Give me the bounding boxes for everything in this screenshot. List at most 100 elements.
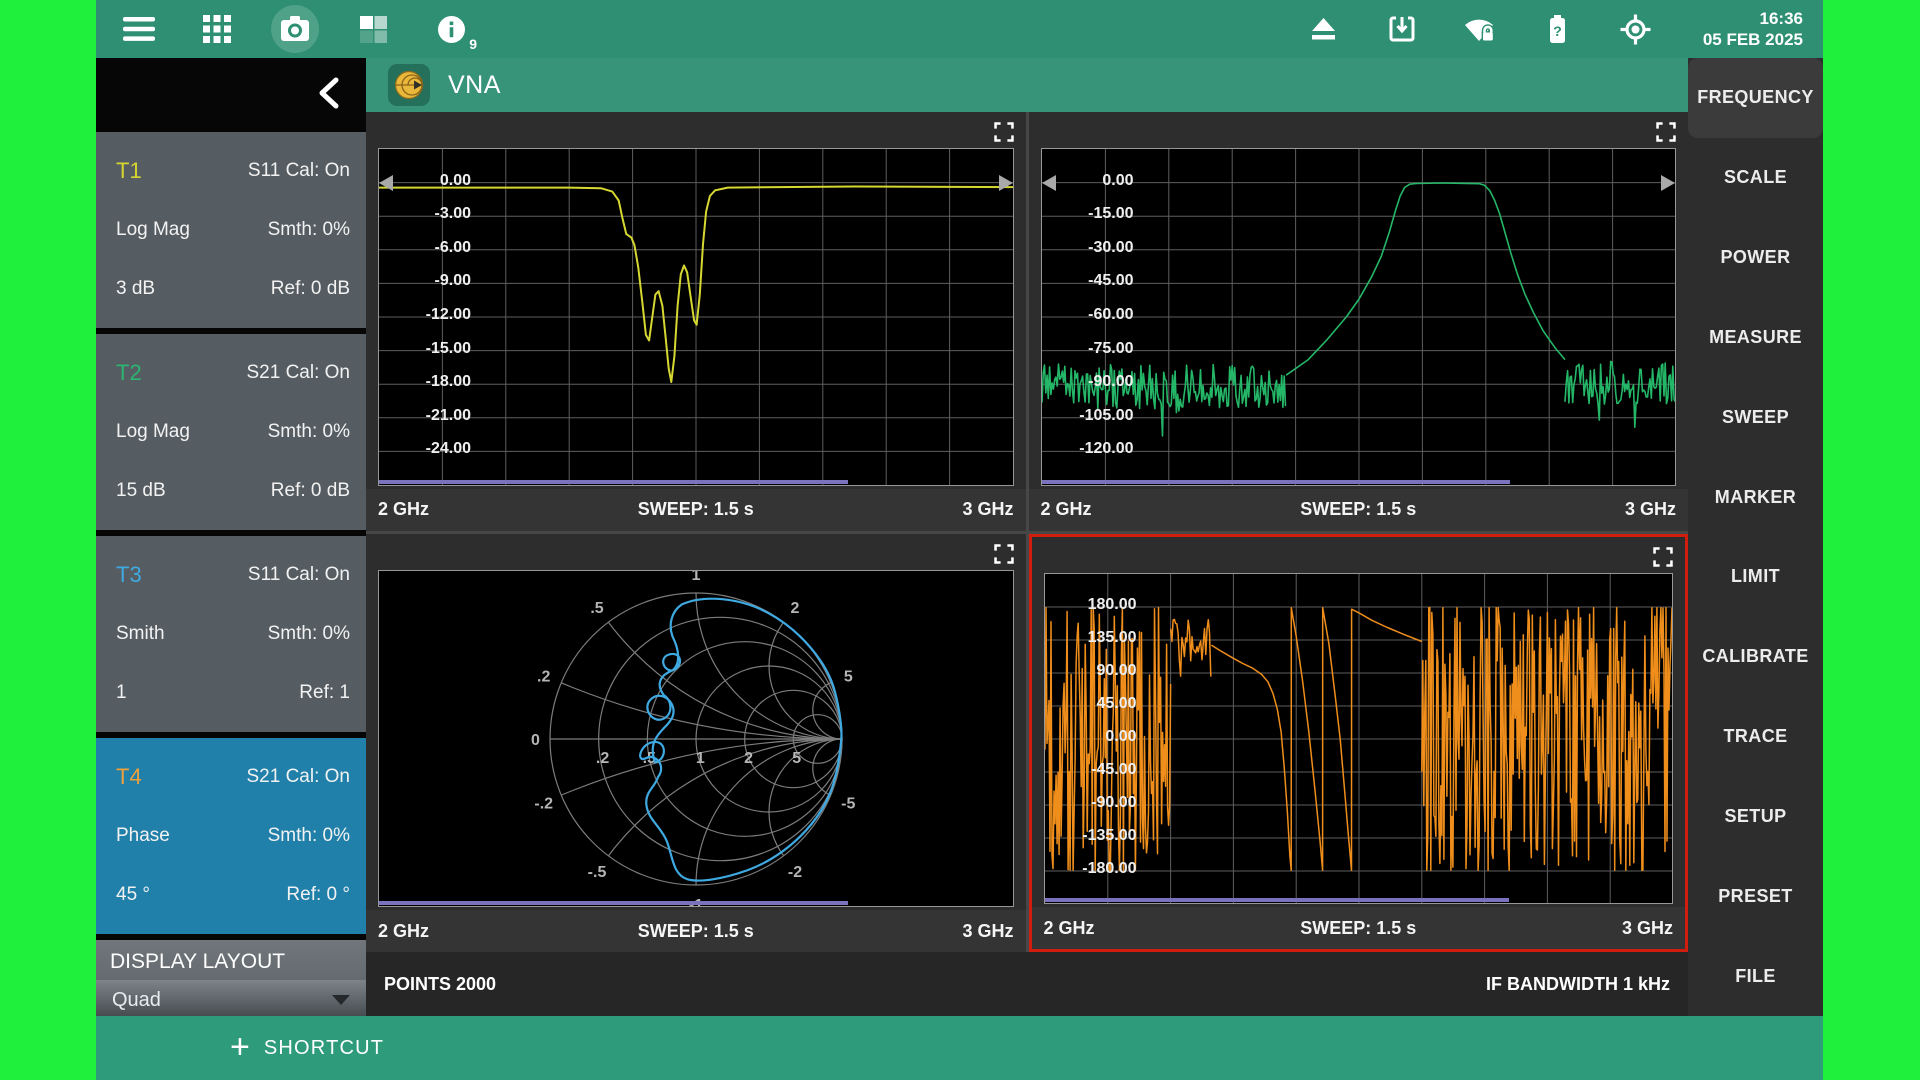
svg-text:.2: .2 xyxy=(596,750,609,767)
x-stop-label: 3 GHz xyxy=(1622,918,1673,939)
x-start-label: 2 GHz xyxy=(378,921,429,942)
topbar-right-icons: ? 16:36 05 FEB 2025 xyxy=(1307,8,1803,51)
display-layout-label: DISPLAY LAYOUT xyxy=(96,940,366,978)
sweep-time-label: SWEEP: 1.5 s xyxy=(638,921,754,942)
t4-s21-phase-canvas xyxy=(1045,574,1673,904)
trace-panel-list: T1S11 Cal: OnLog MagSmth: 0%3 dBRef: 0 d… xyxy=(96,132,366,934)
svg-text:-5: -5 xyxy=(841,795,855,812)
trace-panel-T1[interactable]: T1S11 Cal: OnLog MagSmth: 0%3 dBRef: 0 d… xyxy=(96,132,366,328)
reference-level-arrow-right xyxy=(999,175,1013,191)
x-axis-labels: 2 GHz SWEEP: 1.5 s 3 GHz xyxy=(366,910,1026,952)
t2-s21-logmag-canvas xyxy=(1042,149,1676,485)
menu-item-preset[interactable]: PRESET xyxy=(1688,856,1823,936)
menu-item-setup[interactable]: SETUP xyxy=(1688,776,1823,856)
fullscreen-icon[interactable] xyxy=(992,542,1016,566)
menu-icon[interactable] xyxy=(122,12,156,46)
menu-item-frequency[interactable]: FREQUENCY xyxy=(1688,58,1823,138)
menu-item-limit[interactable]: LIMIT xyxy=(1688,537,1823,617)
x-stop-label: 3 GHz xyxy=(962,921,1013,942)
t2-s21-logmag-trace xyxy=(1286,183,1565,375)
eject-icon[interactable] xyxy=(1307,12,1341,46)
import-save-icon[interactable] xyxy=(1385,12,1419,46)
trace-panel-T4[interactable]: T4S21 Cal: OnPhaseSmth: 0%45 °Ref: 0 ° xyxy=(96,738,366,934)
sweep-time-label: SWEEP: 1.5 s xyxy=(1300,918,1416,939)
menu-item-trace[interactable]: TRACE xyxy=(1688,697,1823,777)
trace-info-text: S11 Cal: On xyxy=(248,564,350,586)
wifi-lock-icon[interactable] xyxy=(1463,12,1497,46)
chart-header xyxy=(366,112,1026,148)
svg-text:1: 1 xyxy=(696,750,705,767)
x-start-label: 2 GHz xyxy=(1044,918,1095,939)
x-axis-labels: 2 GHzSWEEP: 1.5 s3 GHz xyxy=(1029,489,1689,531)
t3-s11-smith-plot-area[interactable]: 0.2.5125.2.5125-.2-.5-1-2-5 xyxy=(378,570,1014,908)
menu-item-marker[interactable]: MARKER xyxy=(1688,457,1823,537)
trace-info-text: S21 Cal: On xyxy=(247,362,351,384)
trace-info-text: Smth: 0% xyxy=(268,825,350,847)
menu-item-power[interactable]: POWER xyxy=(1688,218,1823,298)
split-screen-icon[interactable] xyxy=(356,12,390,46)
sweep-time-label: SWEEP: 1.5 s xyxy=(1300,499,1416,520)
shortcut-bar[interactable]: + SHORTCUT xyxy=(96,1016,1823,1080)
x-axis-labels: 2 GHz SWEEP: 1.5 s 3 GHz xyxy=(1032,907,1686,949)
chart-grid: 0.00-3.00-6.00-9.00-12.00-15.00-18.00-21… xyxy=(366,112,1688,952)
app-title-bar: VNA xyxy=(366,58,1688,112)
svg-text:5: 5 xyxy=(844,668,853,685)
menu-item-measure[interactable]: MEASURE xyxy=(1688,297,1823,377)
t4-s21-phase-trace xyxy=(1170,619,1210,676)
trace-info-text: S21 Cal: On xyxy=(247,766,351,788)
t4-s21-phase-plot-area[interactable]: 180.00135.0090.0045.000.00-45.00-90.00-1… xyxy=(1044,573,1674,905)
fullscreen-icon[interactable] xyxy=(992,120,1016,144)
topbar-left-icons: 9 xyxy=(122,12,468,46)
if-bandwidth-status: IF BANDWIDTH 1 kHz xyxy=(1486,974,1670,995)
menu-item-scale[interactable]: SCALE xyxy=(1688,138,1823,218)
chart-header xyxy=(1029,112,1689,148)
collapse-sidebar-button[interactable] xyxy=(318,77,340,114)
menu-item-sweep[interactable]: SWEEP xyxy=(1688,377,1823,457)
x-start-label: 2 GHz xyxy=(1041,499,1092,520)
trace-info-text: T3 xyxy=(116,562,142,588)
reference-level-arrow-left xyxy=(379,175,393,191)
chart-quadrant-t4-s21-phase[interactable]: 180.00135.0090.0045.000.00-45.00-90.00-1… xyxy=(1029,534,1689,953)
trace-panel-T3[interactable]: T3S11 Cal: OnSmithSmth: 0%1Ref: 1 xyxy=(96,536,366,732)
menu-item-calibrate[interactable]: CALIBRATE xyxy=(1688,617,1823,697)
trace-info-text: 3 dB xyxy=(116,278,155,300)
gps-location-icon[interactable] xyxy=(1619,12,1653,46)
t1-s11-logmag-plot-area[interactable]: 0.00-3.00-6.00-9.00-12.00-15.00-18.00-21… xyxy=(378,148,1014,486)
trace-info-text: Log Mag xyxy=(116,219,190,241)
fullscreen-icon[interactable] xyxy=(1654,120,1678,144)
info-count-badge: 9 xyxy=(469,36,477,52)
softkey-menu: FREQUENCYSCALEPOWERMEASURESWEEPMARKERLIM… xyxy=(1688,58,1823,1016)
battery-status-icon[interactable]: ? xyxy=(1541,12,1575,46)
svg-text:-.2: -.2 xyxy=(534,795,553,812)
menu-item-file[interactable]: FILE xyxy=(1688,936,1823,1016)
camera-screenshot-icon[interactable] xyxy=(278,12,312,46)
svg-text:0: 0 xyxy=(531,732,540,749)
info-icon[interactable]: 9 xyxy=(434,12,468,46)
chart-header xyxy=(1032,537,1686,573)
trace-info-text: T4 xyxy=(116,764,142,790)
reference-level-arrow-left xyxy=(1042,175,1056,191)
fullscreen-icon[interactable] xyxy=(1651,545,1675,569)
display-layout-dropdown[interactable]: Quad xyxy=(96,980,366,1016)
x-axis-labels: 2 GHzSWEEP: 1.5 s3 GHz xyxy=(366,489,1026,531)
t2-s21-logmag-plot-area[interactable]: 0.00-15.00-30.00-45.00-60.00-75.00-90.00… xyxy=(1041,148,1677,486)
trace-info-text: Ref: 1 xyxy=(299,682,350,704)
sweep-time-label: SWEEP: 1.5 s xyxy=(638,499,754,520)
apps-grid-icon[interactable] xyxy=(200,12,234,46)
trace-info-text: Ref: 0 ° xyxy=(286,884,350,906)
chevron-left-icon xyxy=(318,77,340,109)
trace-info-text: Log Mag xyxy=(116,421,190,443)
vna-app-window: 9 ? xyxy=(96,0,1823,1080)
chart-quadrant-t3-s11-smith[interactable]: 0.2.5125.2.5125-.2-.5-1-2-52 GHzSWEEP: 1… xyxy=(366,534,1026,953)
svg-text:5: 5 xyxy=(792,750,801,767)
trace-info-text: T2 xyxy=(116,360,142,386)
chart-quadrant-t2-s21-logmag[interactable]: 0.00-15.00-30.00-45.00-60.00-75.00-90.00… xyxy=(1029,112,1689,531)
t2-s21-logmag-trace xyxy=(1042,364,1286,436)
chart-quadrant-t1-s11-logmag[interactable]: 0.00-3.00-6.00-9.00-12.00-15.00-18.00-21… xyxy=(366,112,1026,531)
trace-info-text: Smth: 0% xyxy=(268,623,350,645)
svg-text:-.5: -.5 xyxy=(588,863,607,880)
grid-lines xyxy=(379,149,1013,485)
trace-panel-T2[interactable]: T2S21 Cal: OnLog MagSmth: 0%15 dBRef: 0 … xyxy=(96,334,366,530)
reference-level-arrow-right xyxy=(1661,175,1675,191)
trace-info-text: T1 xyxy=(116,158,142,184)
